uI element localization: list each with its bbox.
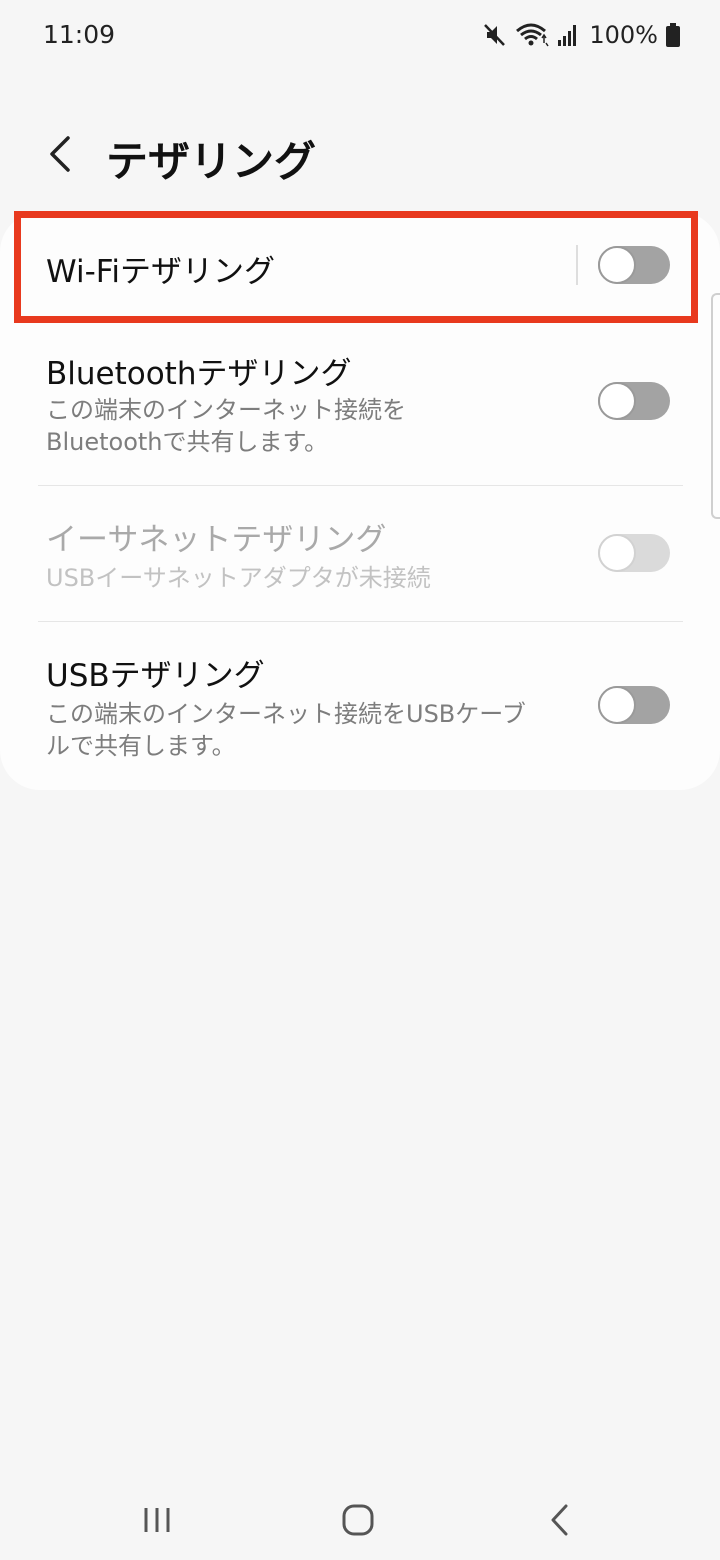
usb-tethering-row[interactable]: USBテザリング この端末のインターネット接続をUSBケーブ ルで共有します。 bbox=[0, 622, 720, 790]
chevron-left-icon bbox=[50, 136, 70, 172]
usb-tethering-toggle[interactable] bbox=[598, 686, 670, 724]
bluetooth-tethering-subtitle-2: Bluetoothで共有します。 bbox=[46, 428, 329, 456]
bluetooth-tethering-subtitle-1: この端末のインターネット接続を bbox=[46, 396, 406, 424]
ethernet-tethering-title: イーサネットテザリング bbox=[46, 522, 387, 558]
ethernet-tethering-subtitle: USBイーサネットアダプタが未接続 bbox=[46, 564, 431, 592]
bluetooth-tethering-title: Bluetoothテザリング bbox=[46, 356, 352, 392]
highlight-box bbox=[14, 211, 698, 323]
signal-icon bbox=[557, 23, 579, 47]
scroll-indicator[interactable] bbox=[711, 293, 720, 519]
recent-apps-icon bbox=[144, 1508, 170, 1532]
status-time: 11:09 bbox=[43, 20, 116, 49]
nav-back-button[interactable] bbox=[520, 1480, 600, 1560]
recent-apps-button[interactable] bbox=[117, 1480, 197, 1560]
toggle-knob bbox=[598, 534, 636, 572]
mute-icon bbox=[483, 22, 507, 48]
toggle-knob bbox=[598, 686, 636, 724]
battery-percent: 100% bbox=[589, 21, 658, 49]
home-icon bbox=[342, 1504, 374, 1536]
back-icon bbox=[551, 1504, 568, 1536]
screen: 11:09 100% テザリング Wi-Fiテザリング Bluetoothテザリ… bbox=[0, 0, 720, 1560]
page-title: テザリング bbox=[106, 137, 317, 186]
battery-icon bbox=[666, 23, 680, 47]
ethernet-tethering-row: イーサネットテザリング USBイーサネットアダプタが未接続 bbox=[0, 486, 720, 621]
status-icons: 100% bbox=[483, 18, 680, 52]
usb-tethering-title: USBテザリング bbox=[46, 658, 265, 694]
bluetooth-tethering-row[interactable]: Bluetoothテザリング この端末のインターネット接続を Bluetooth… bbox=[0, 322, 720, 485]
nav-bar bbox=[0, 1480, 720, 1560]
wifi-icon bbox=[515, 22, 549, 48]
usb-tethering-subtitle-2: ルで共有します。 bbox=[46, 732, 236, 760]
toggle-knob bbox=[598, 382, 636, 420]
usb-tethering-subtitle-1: この端末のインターネット接続をUSBケーブ bbox=[46, 700, 526, 728]
ethernet-tethering-toggle bbox=[598, 534, 670, 572]
back-button[interactable] bbox=[36, 128, 84, 180]
bluetooth-tethering-toggle[interactable] bbox=[598, 382, 670, 420]
status-bar: 11:09 100% bbox=[0, 0, 720, 70]
home-button[interactable] bbox=[318, 1480, 398, 1560]
header: テザリング bbox=[0, 110, 720, 200]
